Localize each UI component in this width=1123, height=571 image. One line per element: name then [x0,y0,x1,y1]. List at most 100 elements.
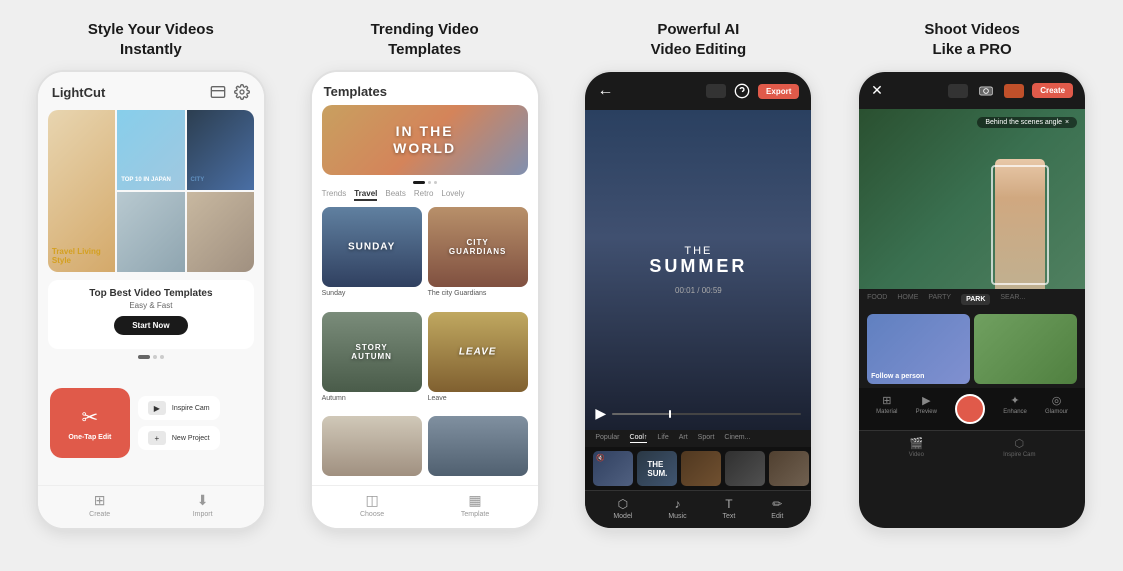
progress-thumb [669,410,671,418]
camera-flip-icon[interactable] [976,84,996,98]
phone3-top-bar: ← Export [585,72,811,110]
nav-choose[interactable]: ◫ Choose [360,492,384,518]
thumb-extra2[interactable] [428,416,528,476]
thumb-autumn[interactable]: STORYAUTUMN [322,312,422,392]
help-icon[interactable] [734,83,750,99]
close-button[interactable]: ✕ [871,82,883,99]
app-logo: LightCut [52,85,105,100]
nav-create[interactable]: ⊞ Create [89,492,110,518]
top-icons: Export [706,83,799,99]
tab-beats[interactable]: Beats [385,189,405,201]
thumb-extra1[interactable] [322,416,422,476]
phone4-preview: Behind the scenes angle × [859,109,1085,289]
nav-inspire-cam[interactable]: ⬡ Inspire Cam [1003,437,1035,458]
template-label: Template [461,511,489,518]
feature-title-4: Shoot VideosLike a PRO [924,20,1020,60]
tool-text[interactable]: T Text [723,497,736,520]
new-project-button[interactable]: + New Project [138,426,220,450]
feature-title-3: Powerful AIVideo Editing [651,20,747,60]
back-button[interactable]: ← [597,82,613,100]
timeline-item-4[interactable] [725,451,765,486]
tool-model[interactable]: ⬡ Model [613,497,632,520]
play-bar: ▶ [595,405,801,422]
filter-sport[interactable]: Sport [698,434,715,443]
new-project-label: New Project [172,435,210,442]
title-summer: SUMMER [649,257,747,277]
progress-fill [612,413,669,415]
tab-travel[interactable]: Travel [354,189,377,201]
tool-material[interactable]: ⊞ Material [876,394,897,424]
glamour-label: Glamour [1045,409,1068,415]
nav-video[interactable]: 🎬 Video [909,437,924,458]
nav-import[interactable]: ⬇ Import [193,492,213,518]
music-label: Music [668,513,686,520]
timeline-item-3[interactable] [681,451,721,486]
scene-close-icon[interactable]: × [1065,119,1069,126]
side-actions: ▶ Inspire Cam + New Project [138,396,220,450]
material-icon: ⊞ [882,394,891,407]
inspire-cam-button[interactable]: ▶ Inspire Cam [138,396,220,420]
play-button[interactable]: ▶ [595,405,606,422]
tool-edit[interactable]: ✏ Edit [771,497,783,520]
filter-life[interactable]: Life [657,434,668,443]
tool-preview[interactable]: ▶ Preview [916,394,937,424]
rec-circle[interactable] [955,394,985,424]
photo-grid: TOP 10 IN JAPAN Travel Living Style CITY [48,110,254,272]
edit-icon: ✏ [772,497,782,511]
phone-mockup-4: ✕ Create Behind the scenes angle × [857,70,1087,530]
feature-card-3: Powerful AIVideo Editing ← Export THE SU… [568,20,830,530]
leave-name: Leave [428,395,528,402]
timeline-item-1[interactable]: 🔇 [593,451,633,486]
video-label: Video [909,452,924,458]
filter-cool[interactable]: Cool↑ [630,434,648,443]
record-indicator [1004,84,1024,98]
nav-import-label: Import [193,511,213,518]
record-button[interactable] [955,394,985,424]
nav-template[interactable]: ▦ Template [461,492,489,518]
template-city: CITY GUARDIANS The city Guardians [428,207,528,306]
tool-enhance[interactable]: ✦ Enhance [1003,394,1027,424]
filter-art[interactable]: Art [679,434,688,443]
preview-icon: ▶ [922,394,930,407]
inspire-cam-icon: ▶ [148,401,166,415]
cat-search[interactable]: SEAR... [1000,294,1025,305]
tab-retro[interactable]: Retro [414,189,434,201]
cat-park[interactable]: PARK [961,294,990,305]
filter-popular[interactable]: Popular [595,434,619,443]
progress-bar[interactable] [612,413,801,415]
tab-lovely[interactable]: Lovely [441,189,464,201]
thumb-city[interactable]: CITY GUARDIANS [428,207,528,287]
inbox-icon[interactable] [210,84,226,100]
video-preview: THE SUMMER 00:01 / 00:59 ▶ [585,110,811,430]
cat-food[interactable]: FOOD [867,294,887,305]
content-item-2[interactable] [974,314,1077,384]
banner-title: Top Best Video Templates [58,288,244,299]
bottom-nav-4: 🎬 Video ⬡ Inspire Cam [859,430,1085,468]
start-button[interactable]: Start Now [114,316,187,335]
tool-glamour[interactable]: ◎ Glamour [1045,394,1068,424]
cat-party[interactable]: PARTY [928,294,951,305]
top-icons-4: Create [948,83,1073,98]
cat-home[interactable]: HOME [897,294,918,305]
grid-icon[interactable] [706,84,726,98]
thumb-sunday[interactable]: SUNDAY [322,207,422,287]
one-tap-edit-button[interactable]: ✂ One-Tap Edit [50,388,130,458]
tap-edit-label: One-Tap Edit [68,434,111,441]
settings-icon[interactable] [234,84,250,100]
grid-icon-4[interactable] [948,84,968,98]
filter-cinema[interactable]: Cinem... [724,434,750,443]
timeline-item-2[interactable]: THESUM. [637,451,677,486]
template-extra1 [322,416,422,485]
indicator-dot-2 [428,181,431,184]
phone-mockup-2: Templates IN THEWORLD Trends Travel Beat… [310,70,540,530]
create-icon: ⊞ [94,492,106,509]
dot-3 [160,355,164,359]
thumb-leave[interactable]: LEAVE [428,312,528,392]
tool-music[interactable]: ♪ Music [668,497,686,520]
create-button[interactable]: Create [1032,83,1073,98]
timeline-item-5[interactable] [769,451,809,486]
tab-trends[interactable]: Trends [322,189,347,201]
content-item-1[interactable]: Follow a person [867,314,970,384]
export-button[interactable]: Export [758,84,799,99]
timecode: 00:01 / 00:59 [675,286,722,295]
